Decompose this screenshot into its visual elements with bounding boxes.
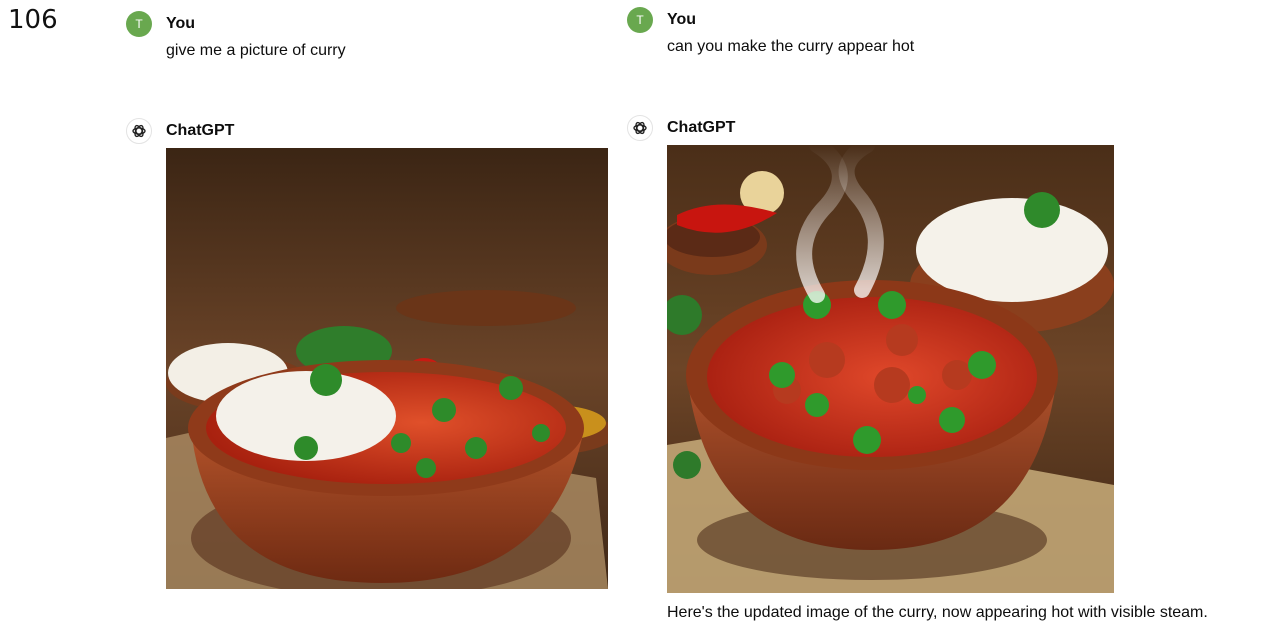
assistant-message-header: ChatGPT — [627, 115, 735, 141]
user-message-text: can you make the curry appear hot — [667, 38, 915, 55]
user-message-header: T You — [627, 7, 696, 33]
user-avatar: T — [627, 7, 653, 33]
user-name: You — [166, 15, 196, 32]
assistant-name: ChatGPT — [166, 122, 235, 139]
page-number: 106 — [8, 5, 58, 35]
openai-logo-icon — [627, 115, 653, 141]
user-message-header: T You — [126, 11, 195, 37]
curry-image[interactable] — [166, 148, 608, 589]
assistant-message-header: ChatGPT — [126, 118, 234, 144]
openai-logo-icon — [126, 118, 152, 144]
user-name: You — [667, 11, 697, 28]
user-message-text: give me a picture of curry — [166, 42, 346, 59]
user-avatar: T — [126, 11, 152, 37]
assistant-name: ChatGPT — [667, 119, 736, 136]
assistant-message-text: Here's the updated image of the curry, n… — [667, 604, 1208, 621]
hot-curry-image[interactable] — [667, 145, 1114, 593]
